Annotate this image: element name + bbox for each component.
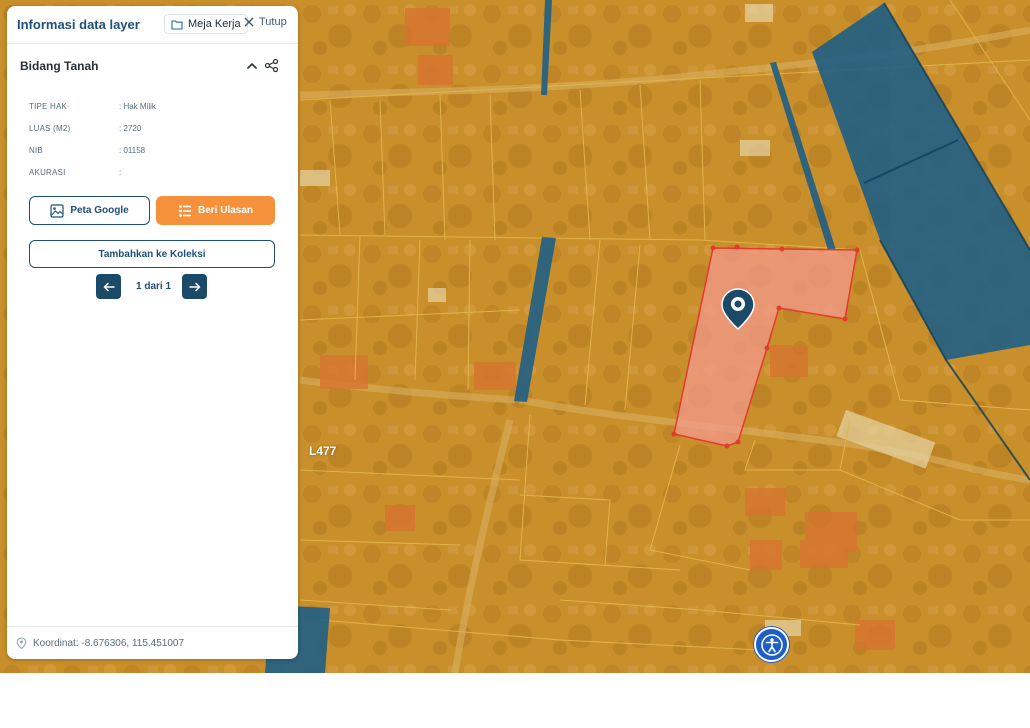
attribute-key: LUAS (M2)	[29, 124, 71, 133]
list-icon	[179, 204, 191, 217]
info-panel: Informasi data layer Meja Kerja Tutup Bi…	[7, 6, 298, 659]
tambahkan-koleksi-label: Tambahkan ke Koleksi	[98, 248, 206, 260]
attribute-value: : 01158	[119, 146, 146, 155]
folder-icon	[171, 19, 183, 30]
panel-title: Informasi data layer	[17, 17, 140, 32]
location-icon	[16, 637, 27, 649]
chevron-up-icon[interactable]	[245, 59, 259, 73]
map-parcel-label: L477	[309, 444, 337, 458]
share-icon[interactable]	[264, 58, 279, 73]
attribute-value: : Hak Milik	[119, 102, 156, 111]
section-title: Bidang Tanah	[20, 59, 99, 73]
attribute-key: AKURASI	[29, 168, 66, 177]
attribute-value: : 2720	[119, 124, 142, 133]
beri-ulasan-button[interactable]: Beri Ulasan	[156, 196, 275, 225]
coordinates-text: Koordinat: -8.676306, 115.451007	[33, 638, 185, 649]
prev-page-button[interactable]	[96, 274, 121, 299]
accessibility-button[interactable]	[754, 627, 789, 662]
accessibility-icon	[760, 633, 783, 656]
tambahkan-koleksi-button[interactable]: Tambahkan ke Koleksi	[29, 240, 275, 268]
attribute-key: TIPE HAK	[29, 102, 68, 111]
close-icon	[244, 17, 254, 27]
map-image-icon	[50, 203, 64, 218]
peta-google-button[interactable]: Peta Google	[29, 196, 150, 225]
peta-google-label: Peta Google	[70, 205, 129, 216]
attribute-key: NIB	[29, 146, 43, 155]
page-indicator: 1 dari 1	[136, 281, 172, 292]
panel-footer: Koordinat: -8.676306, 115.451007	[7, 626, 298, 659]
tutup-label: Tutup	[259, 16, 287, 28]
arrow-left-icon	[102, 282, 115, 291]
next-page-button[interactable]	[182, 274, 207, 299]
attribute-value: :	[119, 168, 122, 177]
beri-ulasan-label: Beri Ulasan	[197, 205, 254, 216]
meja-kerja-label: Meja Kerja	[188, 18, 241, 30]
panel-header: Informasi data layer Meja Kerja Tutup	[7, 6, 298, 44]
location-pin-icon[interactable]	[721, 288, 755, 330]
tutup-button[interactable]: Tutup	[244, 16, 287, 28]
meja-kerja-button[interactable]: Meja Kerja	[164, 14, 248, 34]
arrow-right-icon	[188, 282, 201, 291]
